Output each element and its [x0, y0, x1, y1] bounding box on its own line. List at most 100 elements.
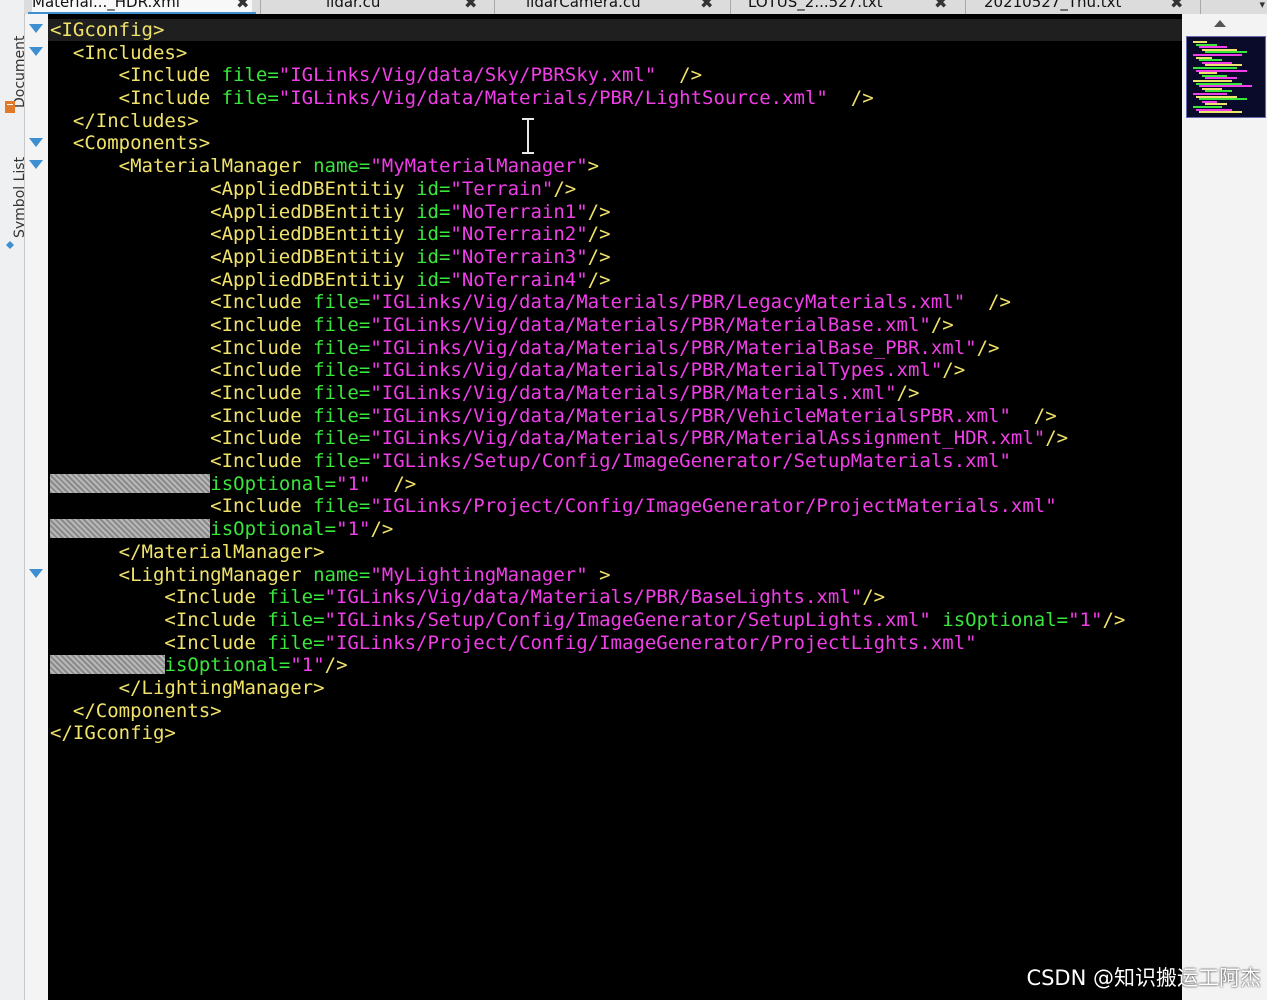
code-token-attr: file= [313, 336, 371, 359]
dock-tab-symbol-list[interactable]: Symbol List [12, 118, 24, 238]
code-token-attr: file= [313, 382, 371, 404]
code-token-str: "NoTerrain2" [450, 223, 588, 246]
code-token-str: "IGLinks/Vig/data/Materials/PBR/Material… [370, 313, 931, 336]
fold-toggle-icon[interactable] [29, 24, 43, 33]
code-token-str: "IGLinks/Vig/data/Materials/PBR/BaseLigh… [324, 586, 863, 609]
code-token-tag: /> [1102, 608, 1126, 631]
close-icon[interactable]: ✖ [236, 0, 249, 12]
code-token-tag: <AppliedDBEntitiy [210, 223, 417, 246]
code-token-tag: <Include [210, 382, 314, 404]
code-line: <Include file="IGLinks/Vig/data/Material… [50, 382, 1125, 405]
tab-lotus-txt[interactable]: LOTUS_2...527.txt ✖ [748, 0, 958, 14]
code-line: <Include file="IGLinks/Vig/data/Material… [50, 405, 1125, 428]
code-editor[interactable]: <IGconfig> <Includes> <Include file="IGL… [48, 14, 1182, 1000]
fold-toggle-icon[interactable] [29, 137, 43, 147]
code-line: <IGconfig> [50, 19, 1125, 42]
close-icon[interactable]: ✖ [934, 0, 947, 12]
code-line: isOptional="1"/> [50, 654, 1125, 677]
code-token-str: "IGLinks/Setup/Config/ImageGenerator/Set… [324, 608, 931, 631]
code-token-tag: <Include [164, 608, 268, 631]
code-token-attr: file= [313, 427, 371, 450]
code-line: <AppliedDBEntitiy id="NoTerrain3"/> [50, 246, 1125, 269]
code-token-tag: /> [553, 177, 577, 200]
code-token-tag: </LightingManager> [118, 676, 325, 699]
code-token-tag: /> [370, 518, 394, 541]
minimap[interactable] [1186, 36, 1266, 118]
code-token-attr: id= [416, 223, 451, 246]
code-token-tag: </Components> [72, 699, 222, 722]
close-icon[interactable]: ✖ [700, 0, 713, 12]
code-token-attr: file= [267, 631, 325, 654]
code-line: </LightingManager> [50, 677, 1125, 700]
code-token-tag: <Include [210, 313, 314, 336]
code-token-tag: /> [1045, 427, 1069, 450]
code-token-str: "IGLinks/Setup/Config/ImageGenerator/Set… [370, 450, 1011, 473]
code-token-attr: isOptional= [942, 608, 1069, 631]
code-token-tag: <Include [210, 336, 314, 359]
code-token-str: "1" [336, 472, 371, 495]
code-token-str: "IGLinks/Vig/data/Materials/PBR/Material… [370, 382, 897, 404]
tab-label: Material..._HDR.xml [32, 0, 180, 11]
tab-lidarcamera-cu[interactable]: lidarCamera.cu ✖ [526, 0, 726, 14]
code-token-attr: file= [267, 586, 325, 609]
code-token-tag: <Include [210, 427, 314, 450]
redacted-block [50, 473, 211, 493]
fold-toggle-icon[interactable] [29, 160, 43, 170]
code-token-tag: /> [656, 64, 703, 87]
close-icon[interactable]: ✖ [464, 0, 477, 12]
code-line: </MaterialManager> [50, 541, 1125, 564]
tab-lidar-cu[interactable]: lidar.cu ✖ [326, 0, 486, 14]
code-token-tag: <Include [210, 450, 314, 473]
code-token-tag: <Components> [72, 132, 211, 155]
code-token-attr: name= [313, 563, 371, 586]
fold-toggle-icon[interactable] [29, 46, 43, 56]
code-token-tag: /> [976, 336, 1000, 359]
code-token-attr: id= [416, 245, 451, 268]
tab-material-hdr-xml[interactable]: Material..._HDR.xml ✖ [28, 0, 256, 14]
code-token-tag: <Include [210, 291, 314, 314]
tab-separator [965, 0, 966, 14]
dock-tab-document[interactable]: Document [12, 0, 24, 108]
code-token-str: "IGLinks/Vig/data/Materials/PBR/Material… [370, 427, 1046, 450]
code-token-attr: file= [313, 450, 371, 473]
tab-separator [730, 0, 731, 14]
close-icon[interactable]: ✖ [1170, 0, 1183, 12]
code-token-tag: /> [587, 268, 611, 291]
code-line: <Include file="IGLinks/Project/Config/Im… [50, 632, 1125, 655]
document-icon [5, 101, 15, 113]
code-token-str: "1" [290, 654, 325, 677]
code-token-tag: <AppliedDBEntitiy [210, 177, 417, 200]
code-token-str: "MyMaterialManager" [370, 155, 588, 178]
scroll-up-arrow-icon[interactable] [1214, 20, 1226, 27]
right-panel [1182, 14, 1267, 1000]
chevron-down-icon[interactable]: ▾ [1259, 0, 1265, 11]
code-line: <Include file="IGLinks/Vig/data/Material… [50, 586, 1125, 609]
fold-toggle-icon[interactable] [29, 568, 43, 578]
code-line: <Include file="IGLinks/Vig/data/Material… [50, 291, 1125, 314]
code-token-attr: id= [416, 268, 451, 291]
code-token-attr: id= [416, 177, 451, 200]
code-line: isOptional="1" /> [50, 473, 1125, 496]
code-token-tag [931, 609, 942, 631]
code-line: <AppliedDBEntitiy id="NoTerrain4"/> [50, 269, 1125, 292]
tab-bar: Material..._HDR.xml ✖ lidar.cu ✖ lidarCa… [24, 0, 1267, 15]
code-token-attr: file= [313, 404, 371, 427]
code-token-str: "NoTerrain4" [450, 268, 588, 291]
code-token-str: "IGLinks/Vig/data/Sky/PBRSky.xml" [278, 64, 657, 87]
tab-20210527-thu-txt[interactable]: 20210527_Thu.txt ✖ [984, 0, 1194, 14]
code-line: <AppliedDBEntitiy id="NoTerrain1"/> [50, 201, 1125, 224]
tab-label: 20210527_Thu.txt [984, 0, 1122, 11]
code-token-tag: <Include [210, 495, 314, 518]
code-token-str: "1" [1068, 608, 1103, 631]
symbol-icon [6, 241, 14, 249]
code-token-tag: <IGconfig> [50, 19, 165, 41]
code-token-attr: file= [267, 608, 325, 631]
code-lines: <IGconfig> <Includes> <Include file="IGL… [50, 19, 1125, 745]
code-token-tag: <Include [118, 87, 222, 110]
tab-separator [494, 0, 495, 14]
code-line: </Components> [50, 700, 1125, 723]
code-token-attr: file= [313, 495, 371, 518]
code-token-str: "MyLightingManager" [370, 563, 588, 586]
code-token-str: "IGLinks/Vig/data/Materials/PBR/Material… [370, 336, 977, 359]
code-token-attr: isOptional= [210, 518, 337, 541]
